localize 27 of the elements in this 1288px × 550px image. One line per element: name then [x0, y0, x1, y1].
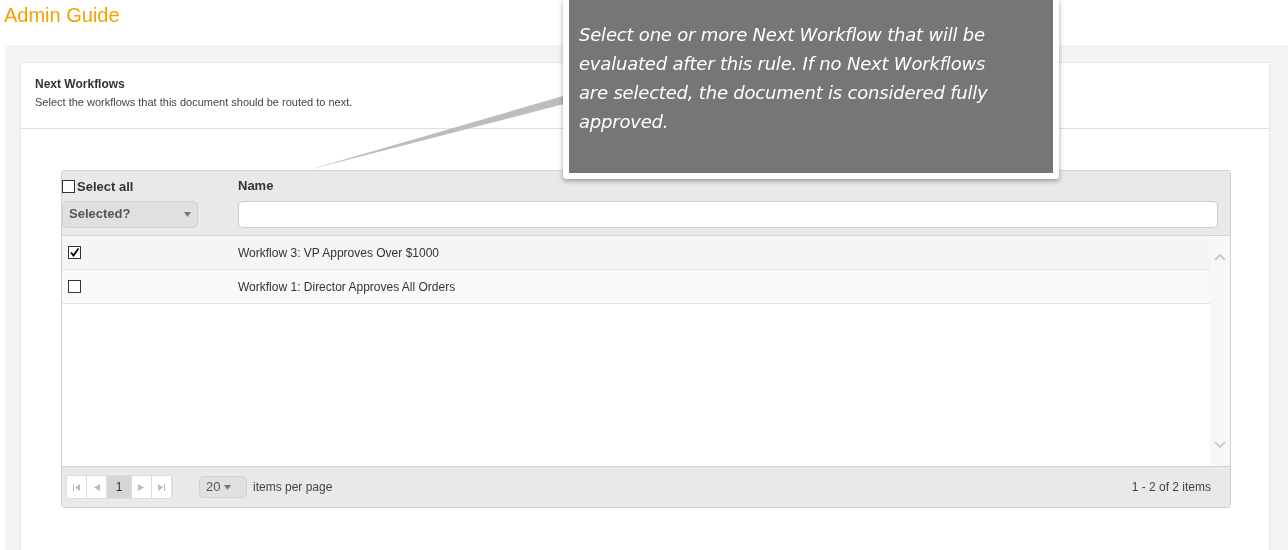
pager-summary: 1 - 2 of 2 items [1131, 479, 1211, 496]
page-size-dropdown[interactable]: 20 [199, 476, 247, 498]
first-page-button[interactable] [67, 476, 87, 498]
name-filter-field[interactable] [238, 201, 1218, 228]
workflow-name: Workflow 1: Director Approves All Orders [238, 278, 456, 296]
items-per-page-label: items per page [253, 479, 333, 496]
dropdown-caret-icon [224, 484, 232, 490]
last-page-icon [158, 483, 165, 491]
callout-text: Select one or more Next Workflow that will be evaluated after this rule. If no Next Workflows are selected, the document is considered fully approved. [569, 0, 1053, 173]
dropdown-caret-icon [184, 211, 191, 217]
scroll-up-icon[interactable] [1214, 254, 1226, 261]
select-all-label[interactable]: Select all [77, 177, 134, 197]
section-subtitle: Select the workflows that this document should be routed to next. [35, 95, 353, 110]
checkbox[interactable] [68, 246, 81, 259]
current-page-button[interactable]: 1 [107, 476, 132, 498]
scrollbar[interactable] [1210, 236, 1230, 466]
first-page-icon [73, 483, 80, 491]
name-column-header[interactable]: Name [238, 176, 1218, 196]
scroll-down-icon[interactable] [1214, 441, 1226, 448]
selected-dropdown[interactable]: Selected? [62, 200, 198, 228]
next-page-icon [138, 483, 145, 491]
checkbox[interactable] [68, 280, 81, 293]
workflow-name: Workflow 3: VP Approves Over $1000 [238, 244, 439, 262]
page-title: Admin Guide [3, 3, 121, 28]
previous-page-icon [93, 483, 100, 491]
checkbox[interactable] [62, 180, 75, 194]
section-title: Next Workflows [35, 76, 125, 93]
